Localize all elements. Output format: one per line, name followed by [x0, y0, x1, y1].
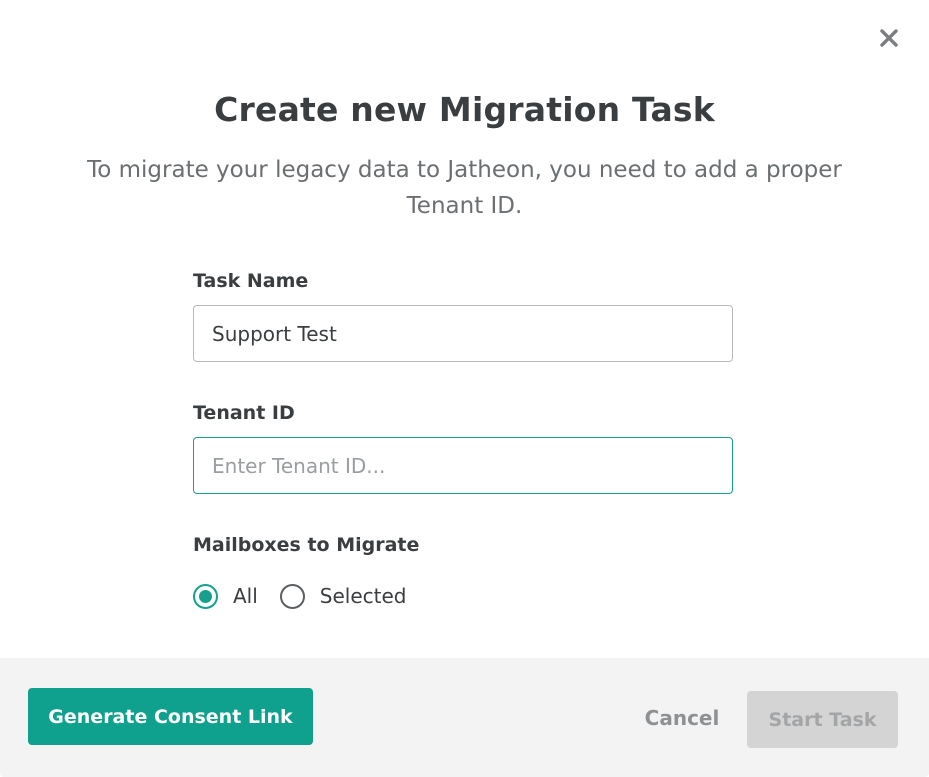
dialog-title: Create new Migration Task: [214, 90, 715, 129]
close-button[interactable]: [873, 22, 905, 54]
radio-option-all[interactable]: All: [193, 583, 258, 609]
dialog-footer: Generate Consent Link Cancel Start Task: [0, 658, 929, 777]
start-task-button[interactable]: Start Task: [747, 691, 898, 748]
close-icon: [880, 29, 898, 47]
tenant-id-input[interactable]: [193, 437, 733, 494]
migration-task-dialog: Create new Migration Task To migrate you…: [0, 0, 929, 777]
radio-selected-label: Selected: [319, 584, 407, 608]
tenant-id-label: Tenant ID: [193, 402, 295, 424]
task-name-label: Task Name: [193, 270, 309, 292]
radio-selected[interactable]: [279, 583, 305, 609]
dialog-subtitle: To migrate your legacy data to Jatheon, …: [87, 157, 842, 219]
mailboxes-label: Mailboxes to Migrate: [193, 534, 420, 556]
radio-all-label: All: [233, 584, 258, 608]
generate-consent-link-button[interactable]: Generate Consent Link: [28, 688, 313, 745]
task-name-input[interactable]: [193, 305, 733, 362]
radio-option-selected[interactable]: Selected: [279, 583, 407, 609]
cancel-button[interactable]: Cancel: [632, 692, 732, 744]
mailboxes-radio-group: All Selected: [193, 582, 429, 610]
radio-all[interactable]: [193, 583, 218, 609]
